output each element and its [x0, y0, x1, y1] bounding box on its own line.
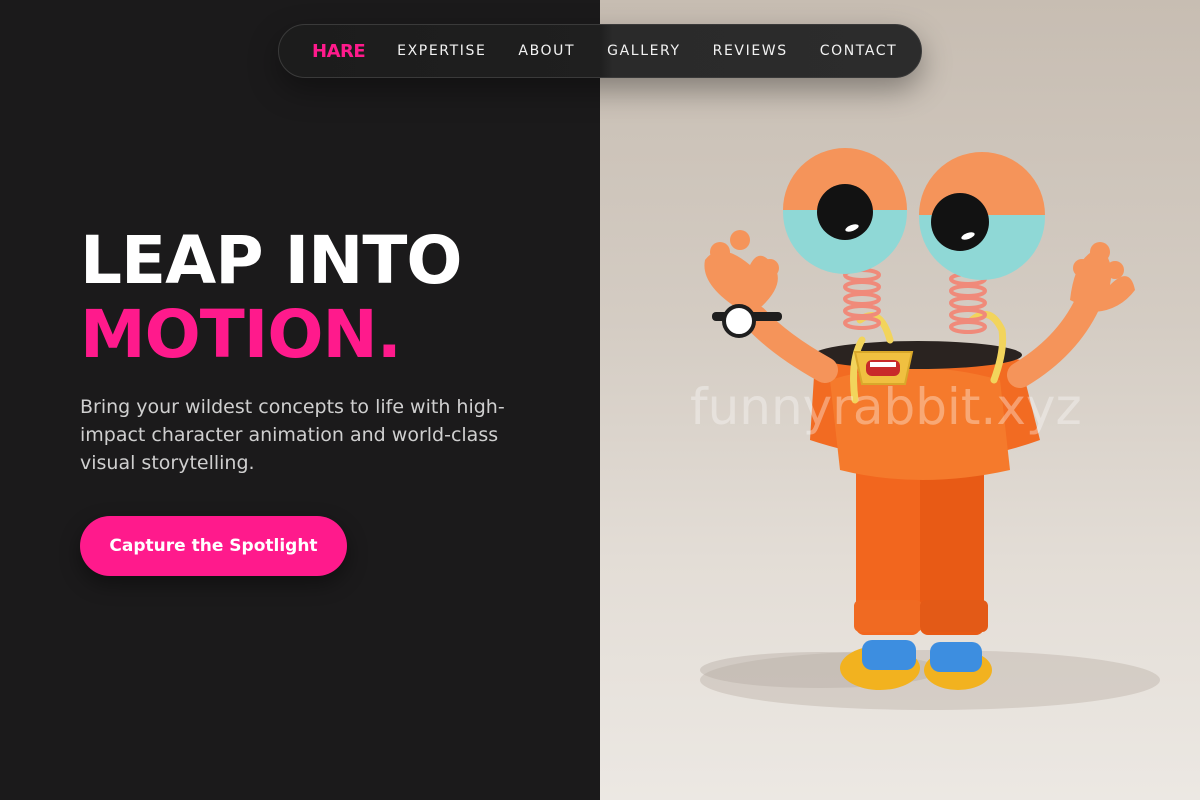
nav-link-contact[interactable]: CONTACT — [820, 43, 898, 59]
hero-image-panel: funnyrabbit.xyz — [600, 0, 1200, 800]
hero-subtext: Bring your wildest concepts to life with… — [80, 396, 505, 474]
top-navigation: HARE EXPERTISE ABOUT GALLERY REVIEWS CON… — [278, 24, 922, 78]
hero-headline: LEAP INTO MOTION. — [80, 224, 462, 372]
watermark-text: funnyrabbit.xyz — [690, 378, 1082, 436]
nav-link-reviews[interactable]: REVIEWS — [713, 43, 788, 59]
capture-spotlight-button[interactable]: Capture the Spotlight — [80, 516, 347, 576]
nav-link-expertise[interactable]: EXPERTISE — [397, 43, 486, 59]
logo[interactable]: HARE — [312, 41, 366, 62]
headline-line-2: MOTION. — [80, 296, 402, 373]
headline-line-1: LEAP INTO — [80, 222, 462, 299]
nav-link-about[interactable]: ABOUT — [518, 43, 575, 59]
nav-link-gallery[interactable]: GALLERY — [607, 43, 680, 59]
